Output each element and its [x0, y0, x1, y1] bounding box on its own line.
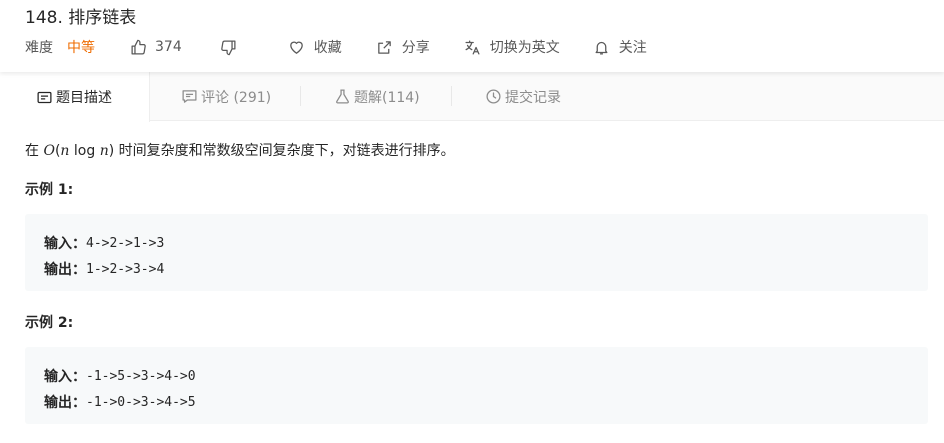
tab-comments-label: 评论 (291): [201, 89, 272, 106]
difficulty-label: 难度: [25, 40, 53, 56]
tab-description[interactable]: 题目描述: [0, 72, 150, 122]
output-label: 输出：: [44, 262, 86, 278]
tab-submissions[interactable]: 提交记录: [484, 72, 561, 121]
example-block: 输入： -1->5->3->4->0 输出： -1->0->3->4->5: [25, 347, 928, 424]
example-output-line: 输出： 1->2->3->4: [44, 256, 928, 282]
example-title: 示例 1:: [25, 182, 74, 198]
tab-solutions-label: 题解(114): [354, 89, 420, 106]
statement-prefix: 在: [25, 143, 44, 159]
statement-suffix: 时间复杂度和常数级空间复杂度下，对链表进行排序。: [114, 143, 455, 159]
flask-icon: [333, 88, 351, 106]
example-input-line: 输入： 4->2->1->3: [44, 230, 928, 256]
tab-comments[interactable]: 评论 (291): [180, 72, 271, 121]
input-value: -1->5->3->4->0: [86, 368, 196, 384]
follow-button[interactable]: 关注: [593, 37, 647, 57]
example-output-line: 输出： -1->0->3->4->5: [44, 389, 928, 415]
share-icon: [376, 38, 394, 56]
thumbs-up-icon: [129, 38, 147, 56]
tab-bar: 题目描述 评论 (291) 题解(114) 提交记录: [0, 72, 944, 122]
description-icon: [35, 88, 53, 106]
switch-language-label: 切换为英文: [489, 40, 560, 56]
switch-language-button[interactable]: 切换为英文: [464, 37, 560, 57]
like-count: 374: [155, 39, 182, 55]
favorite-label: 收藏: [313, 40, 342, 56]
favorite-button[interactable]: 收藏: [288, 37, 342, 57]
complexity-O: O: [43, 143, 55, 159]
bell-icon: [593, 38, 611, 56]
follow-label: 关注: [618, 40, 647, 56]
tab-description-label: 题目描述: [56, 90, 112, 106]
problem-statement: 在 O(n log n) 时间复杂度和常数级空间复杂度下，对链表进行排序。: [25, 140, 455, 160]
complexity-log: log: [69, 143, 100, 159]
tab-submissions-label: 提交记录: [505, 89, 561, 106]
problem-title: 148. 排序链表: [25, 8, 137, 28]
tab-divider: [300, 86, 301, 106]
example-block: 输入： 4->2->1->3 输出： 1->2->3->4: [25, 214, 928, 291]
clock-icon: [484, 88, 502, 106]
share-label: 分享: [401, 40, 430, 56]
complexity-n: n: [99, 143, 109, 159]
output-value: 1->2->3->4: [86, 261, 165, 277]
like-button[interactable]: 374: [129, 38, 182, 56]
difficulty-value: 中等: [67, 40, 95, 56]
dislike-button[interactable]: [220, 38, 246, 56]
translate-icon: [464, 38, 482, 56]
comment-icon: [180, 88, 198, 106]
input-label: 输入：: [44, 236, 86, 252]
output-value: -1->0->3->4->5: [86, 394, 196, 410]
problem-header: 148. 排序链表 难度 中等 374 收藏 分享 切换为英文 关注: [0, 0, 944, 72]
input-label: 输入：: [44, 369, 86, 385]
example-input-line: 输入： -1->5->3->4->0: [44, 363, 928, 389]
thumbs-down-icon: [220, 38, 238, 56]
tab-divider: [451, 86, 452, 106]
output-label: 输出：: [44, 395, 86, 411]
example-title: 示例 2:: [25, 315, 74, 331]
input-value: 4->2->1->3: [86, 235, 165, 251]
share-button[interactable]: 分享: [376, 37, 430, 57]
heart-icon: [288, 38, 306, 56]
problem-meta-bar: 难度 中等 374 收藏 分享 切换为英文 关注: [25, 37, 647, 57]
tab-solutions[interactable]: 题解(114): [333, 72, 420, 121]
